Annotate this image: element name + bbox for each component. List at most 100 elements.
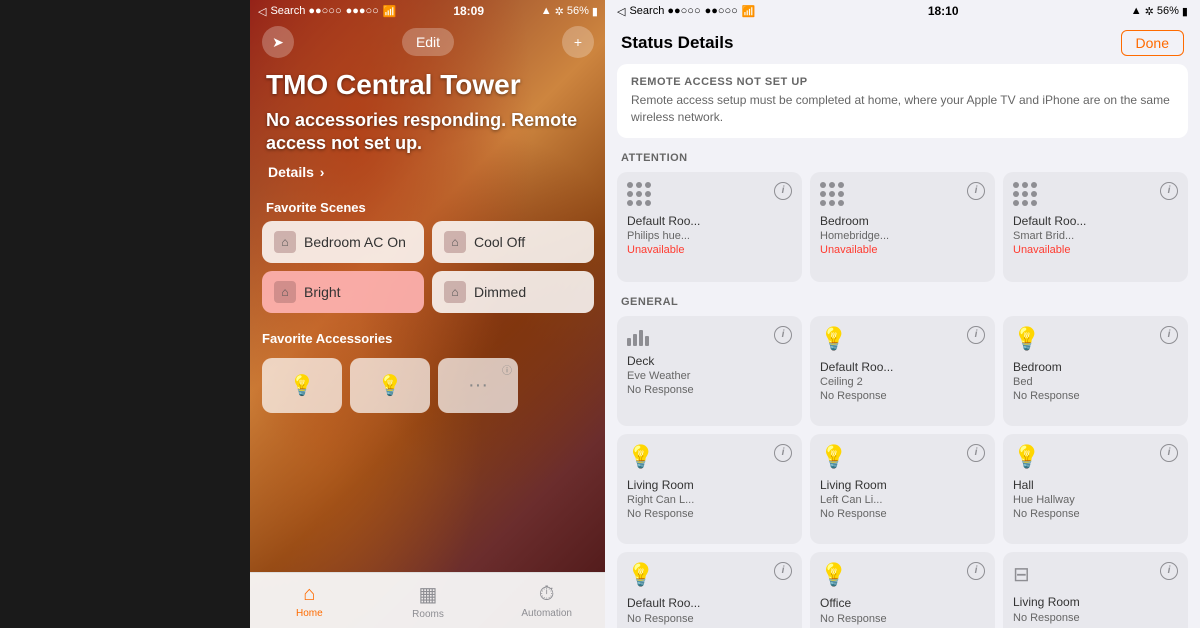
scene-label-3: Bright <box>304 284 341 300</box>
right-header: Status Details Done <box>605 22 1200 64</box>
right-status-left: ◁ Search ●●○○○ ●●○○○ 📶 <box>617 5 756 18</box>
right-location-icon: ▲ <box>1131 5 1142 17</box>
home-scene-icon-2: ⌂ <box>444 231 466 253</box>
device-card-office[interactable]: 💡 i Office No Response <box>810 552 995 628</box>
device-icon-row-lr-left: 💡 i <box>820 444 985 470</box>
right-panel: ◁ Search ●●○○○ ●●○○○ 📶 18:10 ▲ ✲ 56% ▮ S… <box>605 0 1200 628</box>
location-icon: ▲ <box>541 5 552 17</box>
details-label: Details <box>268 164 314 180</box>
device-status-living-plug: No Response <box>1013 612 1178 624</box>
device-sub-hall: Hue Hallway <box>1013 494 1178 506</box>
bulb-icon-lr-left: 💡 <box>820 444 847 470</box>
device-icon-row-default2: 💡 i <box>627 562 792 588</box>
accessory-thumb-3[interactable]: ··· ⓘ <box>438 358 518 413</box>
accessory-thumb-1[interactable]: 💡 <box>262 358 342 413</box>
home-status-text: No accessories responding. Remote access… <box>250 101 605 164</box>
accessory-thumb-2[interactable]: 💡 <box>350 358 430 413</box>
device-card-hall[interactable]: 💡 i Hall Hue Hallway No Response <box>1003 434 1188 544</box>
info-icon-ceiling[interactable]: i <box>967 326 985 344</box>
done-button[interactable]: Done <box>1121 30 1184 56</box>
accessory-icon-2: 💡 <box>378 373 403 398</box>
device-card-0[interactable]: i Default Roo... Philips hue... Unavaila… <box>617 172 802 282</box>
scene-bright[interactable]: ⌂ Bright <box>262 271 424 313</box>
info-icon-1[interactable]: i <box>967 182 985 200</box>
accessory-icon-3: ··· <box>468 374 488 397</box>
device-icon-row-living-plug: ⊟ i <box>1013 562 1178 587</box>
info-icon-living-plug[interactable]: i <box>1160 562 1178 580</box>
scenes-grid: ⌂ Bedroom AC On ⌂ Cool Off ⌂ Bright ⌂ Di… <box>250 221 605 313</box>
bars-weather-icon <box>627 326 649 346</box>
home-name: TMO Central Tower <box>266 70 590 101</box>
add-button[interactable]: + <box>562 26 594 58</box>
tab-home[interactable]: ⌂ Home <box>250 573 369 628</box>
scene-dimmed[interactable]: ⌂ Dimmed <box>432 271 594 313</box>
device-name-ceiling: Default Roo... <box>820 360 985 376</box>
scene-label-4: Dimmed <box>474 284 526 300</box>
device-name-lr-right: Living Room <box>627 478 792 494</box>
device-icon-row-bed: 💡 i <box>1013 326 1178 352</box>
signal-dots-icon: ●●●○○ <box>346 5 379 17</box>
device-card-living-plug[interactable]: ⊟ i Living Room No Response <box>1003 552 1188 628</box>
notice-text: Remote access setup must be completed at… <box>631 92 1174 126</box>
device-name-office: Office <box>820 596 985 612</box>
device-card-deck[interactable]: i Deck Eve Weather No Response <box>617 316 802 426</box>
device-icon-row-office: 💡 i <box>820 562 985 588</box>
phone-frame: ◁ Search ●●○○○ ●●●○○ 📶 18:09 ▲ ✲ 56% ▮ ➤… <box>250 0 605 628</box>
scene-bedroom-ac-on[interactable]: ⌂ Bedroom AC On <box>262 221 424 263</box>
wifi-icon: 📶 <box>383 5 397 18</box>
device-icon-row-ceiling: 💡 i <box>820 326 985 352</box>
info-icon-0[interactable]: i <box>774 182 792 200</box>
info-icon-2[interactable]: i <box>1160 182 1178 200</box>
location-button[interactable]: ➤ <box>262 26 294 58</box>
device-sub-lr-left: Left Can Li... <box>820 494 985 506</box>
tab-automation[interactable]: ⏱ Automation <box>487 573 605 628</box>
edit-button[interactable]: Edit <box>402 28 454 56</box>
right-search-label: Search ●●○○○ <box>629 5 700 17</box>
device-name-default2: Default Roo... <box>627 596 792 612</box>
attention-grid: i Default Roo... Philips hue... Unavaila… <box>617 172 1188 282</box>
info-icon-lr-left[interactable]: i <box>967 444 985 462</box>
info-icon-hall[interactable]: i <box>1160 444 1178 462</box>
device-name-2: Default Roo... <box>1013 214 1178 230</box>
device-sub-0: Philips hue... <box>627 230 792 242</box>
device-card-default2[interactable]: 💡 i Default Roo... No Response <box>617 552 802 628</box>
status-details-title: Status Details <box>621 33 733 53</box>
device-card-1[interactable]: i Bedroom Homebridge... Unavailable <box>810 172 995 282</box>
device-card-bed[interactable]: 💡 i Bedroom Bed No Response <box>1003 316 1188 426</box>
device-name-lr-left: Living Room <box>820 478 985 494</box>
info-icon-lr-right[interactable]: i <box>774 444 792 462</box>
general-header: GENERAL <box>617 296 1188 316</box>
left-nav-bar: ➤ Edit + <box>250 22 605 62</box>
home-title-section: TMO Central Tower <box>250 62 605 101</box>
info-icon-bed[interactable]: i <box>1160 326 1178 344</box>
bluetooth-icon: ✲ <box>555 5 564 18</box>
device-icon-row-lr-right: 💡 i <box>627 444 792 470</box>
device-name-0: Default Roo... <box>627 214 792 230</box>
home-tab-icon: ⌂ <box>303 583 315 606</box>
device-icon-row-2: i <box>1013 182 1178 206</box>
device-icon-row-hall: 💡 i <box>1013 444 1178 470</box>
device-card-ceiling[interactable]: 💡 i Default Roo... Ceiling 2 No Response <box>810 316 995 426</box>
bulb-icon-bed: 💡 <box>1013 326 1040 352</box>
rooms-tab-icon: ▦ <box>419 582 438 607</box>
details-link[interactable]: Details › <box>250 164 605 192</box>
tab-home-label: Home <box>296 608 323 619</box>
device-sub-deck: Eve Weather <box>627 370 792 382</box>
info-icon-deck[interactable]: i <box>774 326 792 344</box>
general-grid: i Deck Eve Weather No Response 💡 i Defau… <box>617 316 1188 628</box>
device-card-2[interactable]: i Default Roo... Smart Brid... Unavailab… <box>1003 172 1188 282</box>
scene-label: Bedroom AC On <box>304 234 406 250</box>
tab-rooms[interactable]: ▦ Rooms <box>369 573 488 628</box>
scene-cool-off[interactable]: ⌂ Cool Off <box>432 221 594 263</box>
device-card-lr-right[interactable]: 💡 i Living Room Right Can L... No Respon… <box>617 434 802 544</box>
notice-title: REMOTE ACCESS NOT SET UP <box>631 76 1174 88</box>
device-card-lr-left[interactable]: 💡 i Living Room Left Can Li... No Respon… <box>810 434 995 544</box>
bridge-icon-2 <box>1013 182 1037 206</box>
bulb-icon-ceiling: 💡 <box>820 326 847 352</box>
left-time: 18:09 <box>453 4 484 18</box>
device-sub-1: Homebridge... <box>820 230 985 242</box>
info-icon-default2[interactable]: i <box>774 562 792 580</box>
info-icon-office[interactable]: i <box>967 562 985 580</box>
device-name-deck: Deck <box>627 354 792 370</box>
right-bluetooth-icon: ✲ <box>1145 5 1154 18</box>
